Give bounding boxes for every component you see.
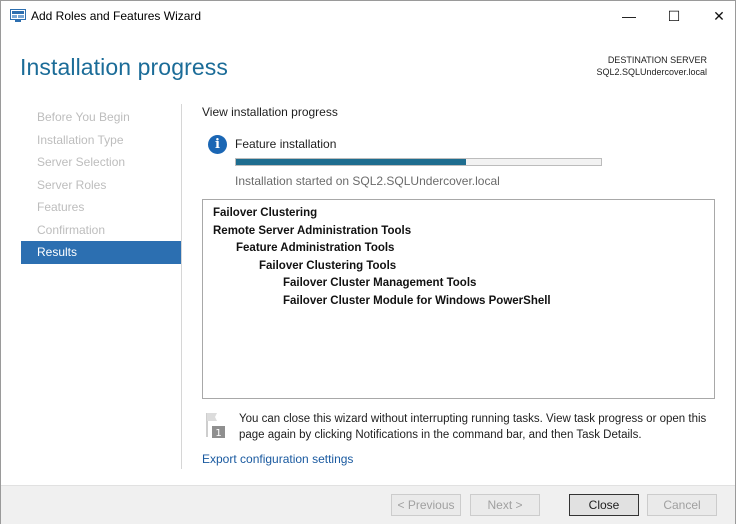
title-bar[interactable]: Add Roles and Features Wizard — ☐ ✕	[1, 1, 735, 31]
previous-button[interactable]: < Previous	[391, 494, 461, 516]
notification-badge: 1	[215, 428, 221, 439]
sidebar-item-server-selection: Server Selection	[37, 155, 126, 169]
installation-status-text: Installation started on SQL2.SQLUndercov…	[235, 174, 500, 188]
window-title: Add Roles and Features Wizard	[31, 9, 202, 23]
wizard-footer: < Previous Next > Close Cancel	[1, 485, 735, 524]
close-wizard-notice: You can close this wizard without interr…	[239, 413, 707, 441]
close-button[interactable]: Close	[569, 494, 639, 516]
sidebar-item-confirmation: Confirmation	[37, 222, 106, 237]
cancel-button[interactable]: Cancel	[647, 494, 717, 516]
page-title: Installation progress	[20, 54, 228, 80]
wizard-steps-sidebar: Before You Begin Installation Type Serve…	[21, 106, 181, 264]
list-item: Failover Cluster Management Tools	[283, 277, 477, 289]
progress-fill	[236, 159, 466, 165]
list-item: Failover Clustering Tools	[259, 259, 397, 272]
info-icon: i	[208, 135, 227, 154]
wizard-window: Add Roles and Features Wizard — ☐ ✕ Inst…	[0, 0, 736, 524]
section-heading: View installation progress	[202, 105, 338, 119]
sidebar-item-before-you-begin: Before You Begin	[37, 110, 130, 124]
installation-progress-bar	[235, 158, 602, 166]
sidebar-divider	[181, 104, 182, 469]
minimize-button[interactable]: —	[606, 1, 652, 31]
export-configuration-link[interactable]: Export configuration settings	[202, 452, 353, 466]
maximize-button[interactable]: ☐	[651, 1, 697, 31]
close-window-button[interactable]: ✕	[696, 1, 736, 31]
list-item: Failover Clustering	[213, 207, 318, 219]
list-item: Remote Server Administration Tools	[213, 224, 412, 237]
sidebar-item-server-roles: Server Roles	[37, 177, 107, 192]
next-button[interactable]: Next >	[470, 494, 540, 516]
sidebar-item-features: Features	[37, 200, 85, 214]
server-manager-icon	[10, 9, 26, 23]
feature-list[interactable]: Failover Clustering Remote Server Admini…	[202, 199, 715, 399]
destination-label: DESTINATION SERVER	[607, 55, 707, 65]
sidebar-item-results[interactable]: Results	[21, 241, 181, 264]
sidebar-item-installation-type: Installation Type	[37, 132, 124, 147]
notification-flag-icon: 1	[204, 411, 226, 439]
destination-server-info: DESTINATION SERVER SQL2.SQLUndercover.lo…	[596, 54, 707, 78]
feature-installation-title: Feature installation	[235, 137, 337, 151]
list-item: Failover Cluster Module for Windows Powe…	[283, 294, 551, 307]
destination-server: SQL2.SQLUndercover.local	[596, 67, 707, 77]
list-item: Feature Administration Tools	[236, 242, 395, 254]
